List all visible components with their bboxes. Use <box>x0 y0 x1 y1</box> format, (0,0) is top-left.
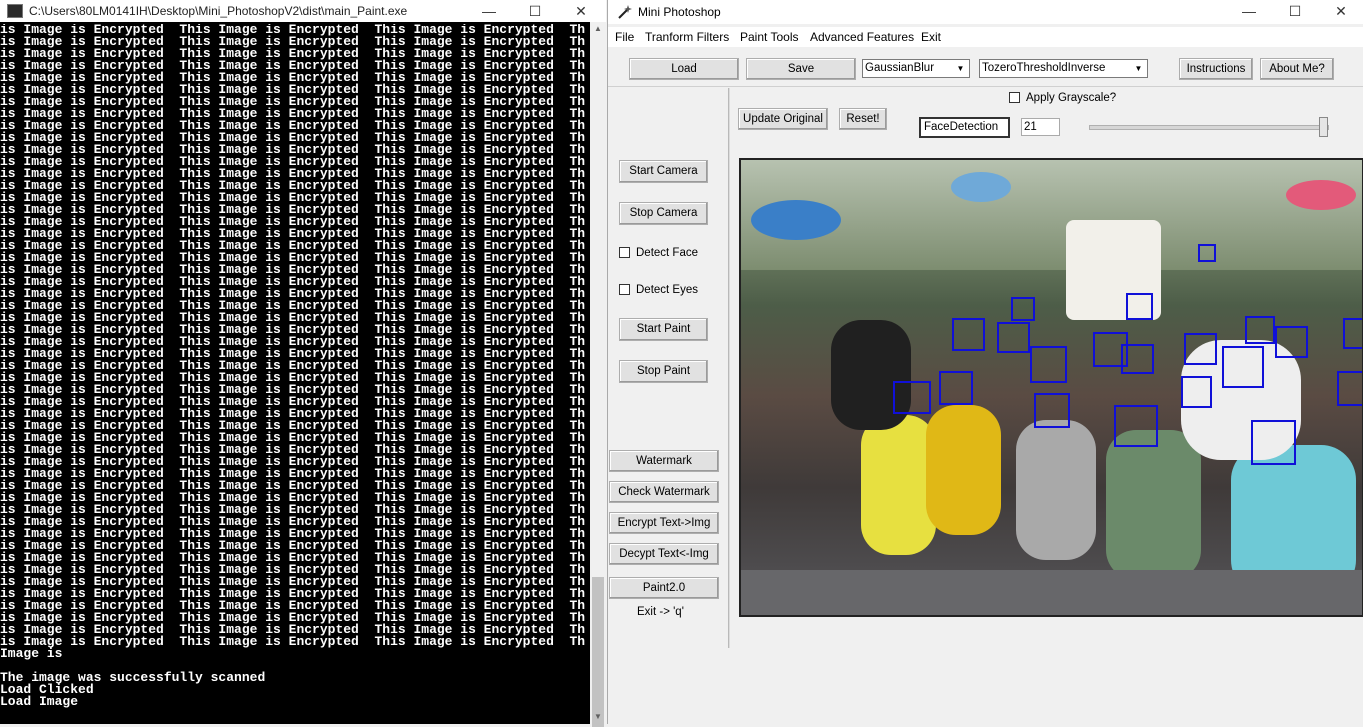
stop-paint-button[interactable]: Stop Paint <box>619 360 708 383</box>
detect-face-label: Detect Face <box>636 247 698 259</box>
console-title: C:\Users\80LM0141IH\Desktop\Mini_Photosh… <box>29 4 408 18</box>
console-titlebar: C:\Users\80LM0141IH\Desktop\Mini_Photosh… <box>0 0 606 22</box>
paint2-button[interactable]: Paint2.0 <box>609 577 719 599</box>
face-detection-box <box>1181 376 1212 408</box>
chevron-down-icon: ▼ <box>1134 64 1143 73</box>
scroll-down-icon[interactable]: ▼ <box>590 710 606 724</box>
console-scrollbar[interactable]: ▲ ▼ <box>590 22 606 727</box>
about-button[interactable]: About Me? <box>1260 58 1334 80</box>
grayscale-label: Apply Grayscale? <box>1026 92 1117 104</box>
update-original-button[interactable]: Update Original <box>738 108 828 130</box>
yellow-top-shape <box>926 405 1001 535</box>
start-camera-button[interactable]: Start Camera <box>619 160 708 183</box>
app-title: Mini Photoshop <box>638 5 721 19</box>
umbrella-shape <box>951 172 1011 202</box>
face-detection-box <box>1121 344 1154 374</box>
check-watermark-button[interactable]: Check Watermark <box>609 481 719 503</box>
console-window: C:\Users\80LM0141IH\Desktop\Mini_Photosh… <box>0 0 606 727</box>
face-detection-box <box>1126 293 1153 320</box>
stop-camera-button[interactable]: Stop Camera <box>619 202 708 225</box>
floral-top-shape <box>1106 430 1201 580</box>
menu-advanced-features[interactable]: Advanced Features <box>810 30 914 44</box>
exit-hint: Exit -> 'q' <box>637 606 684 618</box>
app-titlebar: Mini Photoshop — ☐ ✕ <box>608 0 1363 24</box>
console-app-icon <box>7 4 23 18</box>
decrypt-text-button[interactable]: Decypt Text<-Img <box>609 543 719 565</box>
face-detection-box <box>893 381 931 414</box>
threshold-select[interactable]: TozeroThresholdInverse ▼ <box>979 59 1148 78</box>
magic-wand-icon <box>618 5 632 19</box>
threshold-slider-thumb[interactable] <box>1319 117 1328 137</box>
chevron-down-icon: ▼ <box>956 64 965 73</box>
face-detection-box <box>939 371 973 405</box>
value-field[interactable]: 21 <box>1021 118 1060 136</box>
grayscale-checkbox[interactable]: Apply Grayscale? <box>1009 92 1116 104</box>
ground-shape <box>741 570 1362 615</box>
face-detection-box <box>1184 333 1217 365</box>
face-detection-box <box>952 318 985 351</box>
face-detection-box <box>1034 393 1070 428</box>
maximize-icon[interactable]: ☐ <box>512 0 558 22</box>
photo-canvas[interactable] <box>739 158 1363 617</box>
console-output: is Image is Encrypted This Image is Encr… <box>0 24 586 709</box>
maximize-icon[interactable]: ☐ <box>1272 0 1318 22</box>
menu-bar: File Tranform Filters Paint Tools Advanc… <box>608 27 1363 47</box>
detect-face-checkbox[interactable]: Detect Face <box>619 247 698 259</box>
detect-eyes-label: Detect Eyes <box>636 284 698 296</box>
scroll-up-icon[interactable]: ▲ <box>590 22 606 36</box>
encrypt-text-button[interactable]: Encrypt Text->Img <box>609 512 719 534</box>
yellow-top-shape <box>861 415 936 555</box>
face-detection-box <box>1343 318 1362 349</box>
face-detection-box <box>1030 346 1067 383</box>
toolbar-divider <box>608 86 1363 87</box>
close-icon[interactable]: ✕ <box>558 0 604 22</box>
menu-paint-tools[interactable]: Paint Tools <box>740 30 798 44</box>
face-detection-box <box>1245 316 1275 344</box>
face-detection-box <box>1222 346 1264 388</box>
face-detection-box <box>1198 244 1216 262</box>
checkbox-box[interactable] <box>1009 92 1020 103</box>
face-detection-box <box>997 322 1030 353</box>
threshold-slider-track[interactable] <box>1089 125 1329 130</box>
mini-photoshop-window: Mini Photoshop — ☐ ✕ File Tranform Filte… <box>607 0 1363 724</box>
instructions-button[interactable]: Instructions <box>1179 58 1253 80</box>
face-detection-box <box>1251 420 1296 465</box>
minimize-icon[interactable]: — <box>466 0 512 22</box>
load-button[interactable]: Load <box>629 58 739 80</box>
sidebar-divider <box>728 88 730 648</box>
save-button[interactable]: Save <box>746 58 856 80</box>
mode-field[interactable]: FaceDetection <box>919 117 1010 138</box>
detect-eyes-checkbox[interactable]: Detect Eyes <box>619 284 698 296</box>
minimize-icon[interactable]: — <box>1226 0 1272 22</box>
filter-select-value: GaussianBlur <box>865 62 935 74</box>
grey-top-shape <box>1016 420 1096 560</box>
umbrella-shape <box>1286 180 1356 210</box>
start-paint-button[interactable]: Start Paint <box>619 318 708 341</box>
scroll-thumb[interactable] <box>592 577 604 727</box>
umbrella-shape <box>751 200 841 240</box>
face-detection-box <box>1275 326 1308 358</box>
threshold-select-value: TozeroThresholdInverse <box>982 62 1106 74</box>
filter-select[interactable]: GaussianBlur ▼ <box>862 59 970 78</box>
face-detection-box <box>1011 297 1035 321</box>
menu-file[interactable]: File <box>615 30 634 44</box>
watermark-button[interactable]: Watermark <box>609 450 719 472</box>
checkbox-box[interactable] <box>619 284 630 295</box>
face-detection-box <box>1114 405 1158 447</box>
checkbox-box[interactable] <box>619 247 630 258</box>
close-icon[interactable]: ✕ <box>1318 0 1363 22</box>
reset-button[interactable]: Reset! <box>839 108 887 130</box>
face-detection-box <box>1337 371 1362 406</box>
menu-transform-filters[interactable]: Tranform Filters <box>645 30 729 44</box>
menu-exit[interactable]: Exit <box>921 30 941 44</box>
